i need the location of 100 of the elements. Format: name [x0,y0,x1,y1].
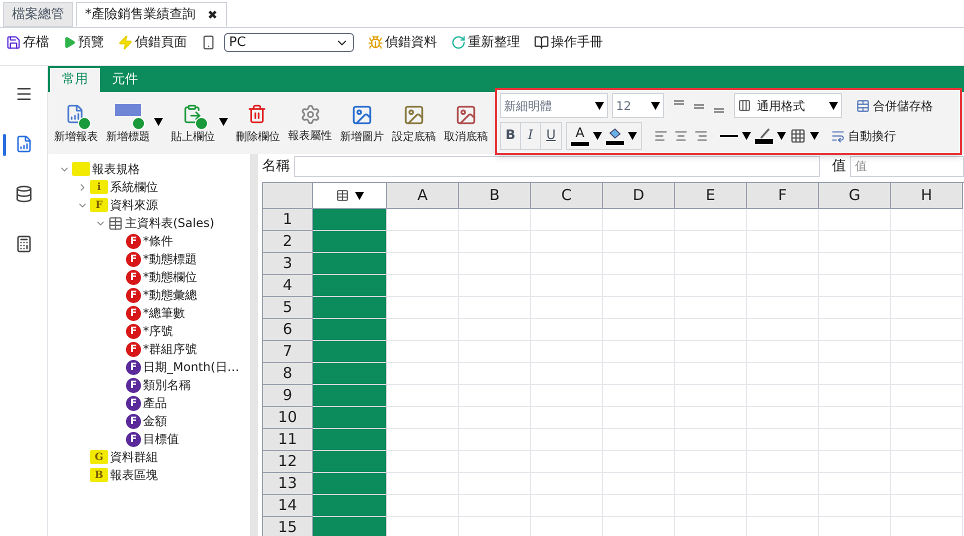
table-cell[interactable] [387,231,459,253]
table-cell[interactable] [675,363,747,385]
table-cell[interactable] [747,495,819,517]
report-icon[interactable] [14,135,32,153]
table-cell[interactable] [387,385,459,407]
caret-icon[interactable] [742,132,751,140]
table-cell[interactable] [891,407,963,429]
table-cell[interactable] [891,451,963,473]
table-cell[interactable] [891,253,963,275]
font-color-button[interactable]: A [571,126,589,146]
table-cell[interactable] [747,319,819,341]
splitter[interactable] [250,154,258,536]
table-cell[interactable] [819,319,891,341]
caret-icon[interactable] [777,132,786,140]
table-cell[interactable] [747,275,819,297]
table-cell[interactable] [603,275,675,297]
table-cell[interactable] [313,451,387,473]
tree-item[interactable]: 日期_Month(日… [143,358,240,376]
table-cell[interactable] [387,473,459,495]
row-header[interactable]: 8 [263,363,313,385]
table-cell[interactable] [819,363,891,385]
table-cell[interactable] [313,297,387,319]
table-cell[interactable] [747,363,819,385]
number-format-select[interactable]: 通用格式 [734,93,842,118]
table-cell[interactable] [819,407,891,429]
table-cell[interactable] [819,429,891,451]
document-tab[interactable]: 檔案總管 [3,2,73,27]
table-cell[interactable] [819,385,891,407]
table-cell[interactable] [459,363,531,385]
phone-icon[interactable] [201,35,216,50]
underline-button[interactable]: U [541,123,561,149]
table-cell[interactable] [747,451,819,473]
row-header[interactable]: 4 [263,275,313,297]
table-cell[interactable] [675,429,747,451]
column-header[interactable]: B [459,183,531,209]
table-cell[interactable] [891,275,963,297]
table-cell[interactable] [313,209,387,231]
delete-field-button[interactable]: 刪除欄位 [232,104,284,146]
value-field[interactable]: 值 [850,156,964,176]
table-cell[interactable] [819,495,891,517]
table-cell[interactable] [459,231,531,253]
caret-icon[interactable] [219,118,228,126]
device-select[interactable]: PC [224,33,354,52]
table-cell[interactable] [313,363,387,385]
tree-item[interactable]: 金額 [143,412,167,430]
table-cell[interactable] [459,319,531,341]
table-cell[interactable] [675,209,747,231]
table-cell[interactable] [313,385,387,407]
paste-field-button[interactable]: 貼上欄位 [167,104,219,146]
tree-item[interactable]: 資料來源 [110,196,158,214]
table-cell[interactable] [313,429,387,451]
table-cell[interactable] [675,297,747,319]
fill-color-icon[interactable] [606,127,624,145]
table-cell[interactable] [459,451,531,473]
tree-item[interactable]: 目標值 [143,430,179,448]
font-select[interactable]: 新細明體 [500,93,608,118]
tree-item[interactable]: *動態欄位 [143,268,197,286]
tree-item[interactable]: 報表區塊 [110,466,158,484]
table-cell[interactable] [459,429,531,451]
table-cell[interactable] [459,385,531,407]
table-cell[interactable] [747,385,819,407]
table-cell[interactable] [531,407,603,429]
table-cell[interactable] [387,495,459,517]
table-cell[interactable] [387,341,459,363]
table-cell[interactable] [603,385,675,407]
align-right-icon[interactable] [694,129,708,143]
table-cell[interactable] [891,209,963,231]
table-cell[interactable] [747,231,819,253]
caret-icon[interactable] [628,132,637,140]
table-cell[interactable] [387,429,459,451]
table-cell[interactable] [313,407,387,429]
table-cell[interactable] [531,429,603,451]
menu-icon[interactable] [14,85,32,103]
table-cell[interactable] [531,341,603,363]
row-header[interactable]: 1 [263,209,313,231]
table-cell[interactable] [603,253,675,275]
caret-icon[interactable] [651,102,660,110]
row-header[interactable]: 15 [263,517,313,536]
table-cell[interactable] [531,451,603,473]
table-cell[interactable] [387,363,459,385]
calculator-icon[interactable] [14,235,32,253]
table-cell[interactable] [387,451,459,473]
table-cell[interactable] [313,253,387,275]
row-header[interactable]: 7 [263,341,313,363]
table-cell[interactable] [675,385,747,407]
manual-button[interactable]: 操作手冊 [534,32,603,52]
table-cell[interactable] [459,209,531,231]
name-field[interactable] [294,156,820,176]
table-cell[interactable] [531,495,603,517]
row-header[interactable]: 6 [263,319,313,341]
table-cell[interactable] [531,253,603,275]
refresh-button[interactable]: 重新整理 [451,32,520,52]
debug-page-button[interactable]: 偵錯頁面 [118,32,187,52]
tree-item[interactable]: 系統欄位 [110,178,158,196]
properties-button[interactable]: 報表屬性 [284,104,336,144]
table-cell[interactable] [747,473,819,495]
tree-item[interactable]: 產品 [143,394,167,412]
new-report-button[interactable]: 新增報表 [50,104,102,146]
table-cell[interactable] [531,275,603,297]
table-cell[interactable] [891,297,963,319]
